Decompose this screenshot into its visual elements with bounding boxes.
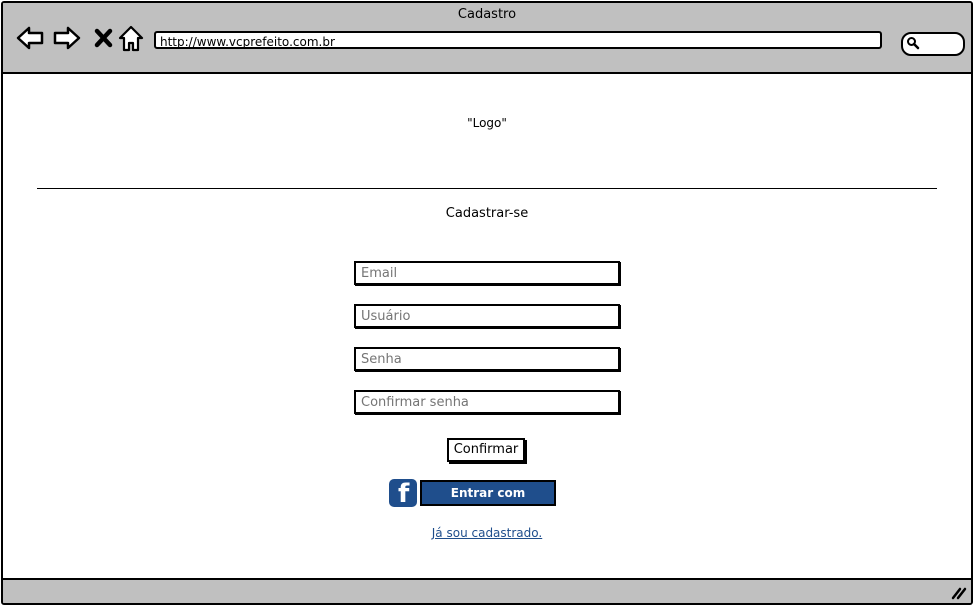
- email-field[interactable]: [354, 261, 620, 285]
- facebook-login-button[interactable]: Entrar com facebook: [420, 480, 556, 522]
- browser-search-box[interactable]: [901, 32, 965, 56]
- forward-arrow-icon[interactable]: [52, 23, 82, 53]
- page-title: Cadastrar-se: [445, 206, 529, 221]
- back-arrow-icon[interactable]: [15, 23, 45, 53]
- browser-titlebar: Cadastro http://www.vcprefeito.com.br: [3, 3, 971, 74]
- confirm-password-field[interactable]: [354, 390, 620, 414]
- password-field[interactable]: [354, 347, 620, 371]
- facebook-icon[interactable]: f: [389, 479, 417, 509]
- search-icon: [907, 37, 920, 50]
- resize-grip-icon[interactable]: [951, 586, 967, 600]
- username-field[interactable]: [354, 304, 620, 328]
- login-link-container: Já sou cadastrado.: [3, 526, 971, 540]
- confirm-button[interactable]: Confirmar: [447, 438, 525, 462]
- home-icon[interactable]: [116, 23, 146, 53]
- window-title: Cadastro: [457, 7, 517, 22]
- address-bar[interactable]: http://www.vcprefeito.com.br: [154, 31, 882, 49]
- header-divider: [37, 188, 937, 189]
- close-icon[interactable]: [89, 23, 119, 53]
- logo-placeholder: "Logo": [467, 116, 507, 130]
- browser-window: Cadastro http://www.vcprefeito.com.br "L…: [1, 1, 973, 605]
- already-registered-link[interactable]: Já sou cadastrado.: [432, 526, 542, 540]
- browser-statusbar: [3, 578, 971, 603]
